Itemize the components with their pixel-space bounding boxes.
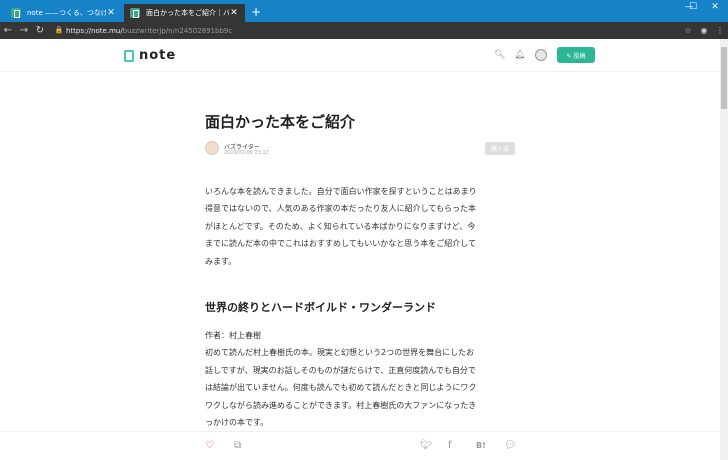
tab-note-home[interactable]: note ——つくる、つなげる、とどける。 ✕	[5, 4, 122, 22]
close-tab-icon[interactable]: ✕	[229, 8, 239, 18]
hatena-bookmark-icon[interactable]: B!	[476, 441, 486, 450]
paragraph-line: 話しですが、現実のお話しそのものが謎だらけで、正直何度読んでも自分で	[205, 365, 476, 375]
close-tab-icon[interactable]: ✕	[106, 8, 116, 18]
reload-icon[interactable]: ↻	[32, 22, 48, 39]
heart-icon[interactable]: ♡	[205, 440, 214, 451]
address-bar[interactable]: https://note.mu/buzzwriterjp/n/n24502891…	[66, 27, 232, 35]
action-bar: ♡ ⧉ 🐦︎ f B! 💬︎	[0, 431, 720, 460]
url-host: https://note.mu/	[66, 26, 123, 35]
paragraph-line: ワクしながら読み進めることができます。村上春樹氏の大ファンになったき	[205, 400, 477, 410]
paragraph-line: みます。	[205, 256, 237, 266]
lock-icon: 🔒	[54, 26, 64, 34]
search-icon[interactable]: 🔍︎	[494, 50, 505, 60]
article-title: 面白かった本をご紹介	[205, 113, 356, 131]
browser-toolbar: ← → ↻ 🔒 https://note.mu/buzzwriterjp/n/n…	[0, 22, 728, 39]
bell-icon[interactable]: 🔔︎	[514, 50, 525, 60]
note-logo[interactable]: note	[124, 48, 176, 63]
section-heading: 世界の終りとハードボイルド・ワンダーランド	[205, 301, 436, 314]
note-logo-icon	[124, 49, 134, 62]
author-avatar[interactable]	[205, 141, 219, 155]
tab-title: 面白かった本をご紹介｜バズライター	[146, 9, 229, 17]
site-header: note 🔍︎ 🔔︎ ✎ 投稿	[0, 39, 720, 72]
new-tab-plus-icon[interactable]: +	[249, 4, 263, 20]
menu-dots-icon[interactable]: ⋮	[712, 26, 728, 35]
paragraph-line: 得意ではないので、人気のある作家の本だったり友人に紹介してもらった本	[205, 204, 477, 214]
paragraph-line: までに読んだ本の中でこれはおすすめしてもいいかなと思う本をご紹介して	[205, 239, 476, 249]
back-arrow-icon[interactable]: ←	[0, 22, 16, 39]
toolbar-right: ☆ ◉ ⋮	[680, 26, 728, 35]
intro-paragraph: いろんな本を読んできました。自分で面白い作家を探すということはあまり 得意ではな…	[205, 183, 515, 270]
page-viewport: note 🔍︎ 🔔︎ ✎ 投稿 面白かった本をご紹介 バズライター 2019/0…	[0, 39, 728, 460]
purchased-badge[interactable]: 購入済	[485, 142, 515, 155]
twitter-icon[interactable]: 🐦︎	[420, 440, 433, 451]
scrollbar[interactable]	[720, 39, 728, 460]
note-favicon-icon	[11, 8, 21, 18]
tab-strip: note ——つくる、つなげる、とどける。 ✕ 面白かった本をご紹介｜バズライタ…	[0, 0, 728, 22]
extension-icon[interactable]: ◉	[696, 26, 712, 35]
paragraph-line: は結論が出ていません。何度も読んでも初めて読んだときと同じようにワク	[205, 383, 477, 393]
paragraph-line: いろんな本を読んできました。自分で面白い作家を探すということはあまり	[205, 187, 477, 196]
close-window-icon[interactable]: ✕	[702, 0, 728, 16]
paragraph-line: 作者：村上春樹	[205, 331, 261, 340]
forward-arrow-icon[interactable]: →	[16, 22, 32, 39]
line-icon[interactable]: 💬︎	[504, 440, 517, 451]
paragraph-line: っかけの本です。	[205, 418, 269, 428]
section-paragraph: 作者：村上春樹 初めて読んだ村上春樹氏の本。現実と幻想という2つの世界を舞台にし…	[205, 327, 515, 431]
bookmark-star-icon[interactable]: ☆	[680, 26, 696, 35]
user-avatar[interactable]	[535, 49, 547, 61]
facebook-icon[interactable]: f	[448, 440, 452, 451]
tab-article[interactable]: 面白かった本をご紹介｜バズライター ✕	[124, 4, 245, 22]
tab-title: note ——つくる、つなげる、とどける。	[27, 9, 106, 17]
paragraph-line: 初めて読んだ村上春樹氏の本。現実と幻想という2つの世界を舞台にしたお	[205, 348, 475, 358]
logo-text: note	[139, 48, 177, 63]
post-button[interactable]: ✎ 投稿	[557, 47, 595, 63]
note-favicon-icon	[130, 8, 140, 18]
magazine-icon[interactable]: ⧉	[234, 440, 241, 451]
scrollbar-thumb[interactable]	[721, 47, 727, 109]
paragraph-line: がほとんどです。そのため、よく知られている本ばかりになりますけど、今	[205, 221, 476, 231]
article-date: 2019/02/06 23:12	[224, 150, 269, 156]
url-path: buzzwriterjp/n/n24502891bb9c	[122, 26, 233, 35]
